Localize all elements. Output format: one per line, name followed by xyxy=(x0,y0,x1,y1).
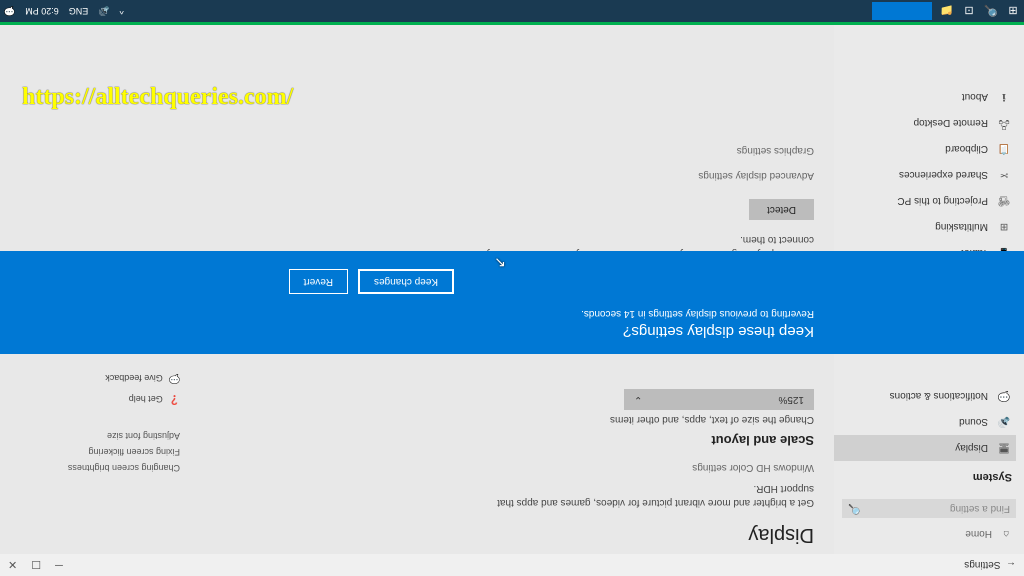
taskbar[interactable]: ⊞ 🔍 ⊡ 📁 ^ 🔊 ENG 6:20 PM 💬 xyxy=(0,0,1024,22)
sidebar-item-label: Notifications & actions xyxy=(890,391,988,402)
shared-icon: ✂ xyxy=(998,169,1010,181)
graphics-settings-link[interactable]: Graphics settings xyxy=(200,145,814,156)
display-settings-dialog: Keep these display settings? Reverting t… xyxy=(0,251,1024,354)
explorer-icon[interactable]: 📁 xyxy=(940,4,954,18)
window-title: Settings xyxy=(964,560,1000,571)
back-icon[interactable]: ← xyxy=(1006,560,1016,571)
sidebar-item-label: About xyxy=(962,92,988,103)
projecting-icon: 📽 xyxy=(998,195,1010,207)
help-link[interactable]: Changing screen brightness xyxy=(14,460,180,476)
clock[interactable]: 6:20 PM xyxy=(25,6,59,16)
home-label: Home xyxy=(965,529,992,540)
search-input[interactable]: Find a setting 🔍 xyxy=(842,499,1016,518)
help-icon: ❓ xyxy=(169,394,180,405)
search-placeholder: Find a setting xyxy=(950,503,1010,514)
watermark-text: https://alltechqueries.com/ xyxy=(22,84,293,111)
cursor-icon: ↖ xyxy=(494,254,506,271)
scale-description: Change the size of text, apps, and other… xyxy=(200,414,814,425)
sidebar-item-label: Clipboard xyxy=(945,144,988,155)
tray-chevron-icon[interactable]: ^ xyxy=(119,6,123,16)
hdr-description: Get a brighter and more vibrant picture … xyxy=(474,481,814,509)
sidebar-item-label: Multitasking xyxy=(935,222,988,233)
maximize-icon[interactable]: ☐ xyxy=(31,559,41,572)
page-title: Display xyxy=(200,523,814,546)
sidebar-section-title: System xyxy=(834,461,1016,489)
give-feedback-link[interactable]: 💬 Give feedback xyxy=(14,368,180,389)
feedback-icon: 💬 xyxy=(169,373,180,384)
home-icon: ⌂ xyxy=(1000,528,1012,540)
sidebar-item-multitasking[interactable]: ⊞ Multitasking xyxy=(834,214,1016,240)
active-task-settings[interactable] xyxy=(872,2,932,20)
help-link[interactable]: Adjusting font size xyxy=(14,428,180,444)
sidebar-item-remote[interactable]: 🖧 Remote Desktop xyxy=(834,110,1016,136)
accent-line xyxy=(0,22,1024,25)
about-icon: ℹ xyxy=(998,91,1010,103)
notification-icon[interactable]: 💬 xyxy=(4,6,15,17)
sidebar-item-about[interactable]: ℹ About xyxy=(834,84,1016,110)
sidebar-item-display[interactable]: 🖥 Display xyxy=(834,435,1016,461)
dialog-subtitle: Reverting to previous display settings i… xyxy=(0,308,814,319)
clipboard-icon: 📋 xyxy=(998,143,1010,155)
sidebar-item-label: Projecting to this PC xyxy=(897,196,988,207)
sidebar-item-notifications[interactable]: 💬 Notifications & actions xyxy=(834,383,1016,409)
hdr-settings-link[interactable]: Windows HD Color settings xyxy=(200,462,814,473)
display-icon: 🖥 xyxy=(998,442,1010,454)
volume-icon[interactable]: 🔊 xyxy=(98,6,109,17)
sidebar-home[interactable]: ⌂ Home xyxy=(834,522,1016,546)
sidebar-item-label: Remote Desktop xyxy=(914,118,988,129)
minimize-icon[interactable]: ─ xyxy=(55,559,63,572)
sidebar-item-label: Sound xyxy=(959,417,988,428)
sidebar-item-label: Display xyxy=(955,443,988,454)
scale-dropdown[interactable]: 125% ⌄ xyxy=(624,389,814,410)
help-link[interactable]: Fixing screen flickering xyxy=(14,444,180,460)
feedback-label: Give feedback xyxy=(105,374,163,384)
search-icon[interactable]: 🔍 xyxy=(984,4,998,18)
keep-changes-button[interactable]: Keep changes xyxy=(358,269,454,294)
lang-indicator[interactable]: ENG xyxy=(69,6,89,16)
remote-icon: 🖧 xyxy=(998,117,1010,129)
chevron-down-icon: ⌄ xyxy=(634,394,642,405)
notifications-icon: 💬 xyxy=(998,390,1010,402)
get-help-link[interactable]: ❓ Get help xyxy=(14,389,180,410)
sidebar-item-sound[interactable]: 🔊 Sound xyxy=(834,409,1016,435)
sound-icon: 🔊 xyxy=(998,416,1010,428)
sidebar-item-clipboard[interactable]: 📋 Clipboard xyxy=(834,136,1016,162)
advanced-display-link[interactable]: Advanced display settings xyxy=(200,170,814,181)
sidebar-item-label: Shared experiences xyxy=(899,170,988,181)
revert-button[interactable]: Revert xyxy=(289,269,348,294)
sidebar-item-projecting[interactable]: 📽 Projecting to this PC xyxy=(834,188,1016,214)
scale-value: 125% xyxy=(778,394,804,405)
start-icon[interactable]: ⊞ xyxy=(1006,4,1020,18)
detect-button[interactable]: Detect xyxy=(749,199,814,220)
search-icon: 🔍 xyxy=(848,503,860,514)
close-icon[interactable]: ✕ xyxy=(8,559,17,572)
sidebar-item-shared[interactable]: ✂ Shared experiences xyxy=(834,162,1016,188)
scale-layout-heading: Scale and layout xyxy=(200,433,814,448)
get-help-label: Get help xyxy=(129,395,163,405)
taskview-icon[interactable]: ⊡ xyxy=(962,4,976,18)
multitasking-icon: ⊞ xyxy=(998,221,1010,233)
dialog-title: Keep these display settings? xyxy=(0,323,814,340)
